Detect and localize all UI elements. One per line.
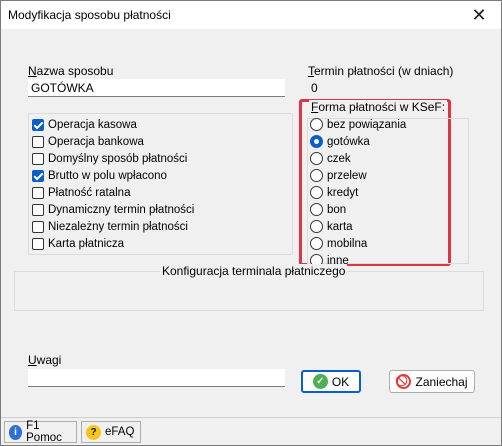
efaq-button[interactable]: ? eFAQ <box>81 421 141 443</box>
ksef-payment-form-group: Forma płatności w KSeF: bez powiązania g… <box>299 99 469 267</box>
checkbox-box[interactable] <box>32 220 44 233</box>
checkbox-label: Brutto w polu wpłacono <box>48 169 167 182</box>
checkbox-box[interactable] <box>32 237 44 250</box>
help-icon: ? <box>86 424 101 440</box>
close-button[interactable]: ✕ <box>465 3 493 27</box>
checkbox-label: Operacja kasowa <box>48 118 137 131</box>
radio-circle[interactable] <box>310 152 323 165</box>
radio-label: bez powiązania <box>327 118 407 131</box>
term-label: Termin płatności (w dniach) <box>308 64 454 78</box>
window-title: Modyfikacja sposobu płatności <box>8 8 171 22</box>
checkbox-operacja-kasowa[interactable]: Operacja kasowa <box>32 116 137 133</box>
checkbox-box[interactable] <box>32 169 44 182</box>
checkbox-niezalezny-termin[interactable]: Niezależny termin płatności <box>32 218 188 235</box>
radio-label: mobilna <box>327 237 368 250</box>
checkbox-platnosc-ratalna[interactable]: Płatność ratalna <box>32 184 130 201</box>
ok-button[interactable]: ✓ OK <box>301 370 361 393</box>
checkbox-label: Karta płatnicza <box>48 237 125 250</box>
cancel-button[interactable]: ⃠ Zaniechaj <box>389 370 475 393</box>
checkbox-box[interactable] <box>32 118 44 131</box>
checkbox-dynamiczny-termin[interactable]: Dynamiczny termin płatności <box>32 201 194 218</box>
radio-label: kredyt <box>327 186 359 199</box>
checkbox-box[interactable] <box>32 203 44 216</box>
radio-czek[interactable]: czek <box>310 150 351 167</box>
radio-circle[interactable] <box>310 237 323 250</box>
status-bar: i F1 Pomoc ? eFAQ <box>1 417 501 445</box>
checkbox-box[interactable] <box>32 186 44 199</box>
checkbox-domyslny-sposob[interactable]: Domyślny sposób płatności <box>32 150 187 167</box>
radio-kredyt[interactable]: kredyt <box>310 184 358 201</box>
radio-bon[interactable]: bon <box>310 201 346 218</box>
check-icon: ✓ <box>312 374 328 389</box>
radio-label: bon <box>327 203 347 216</box>
checkbox-label: Płatność ratalna <box>48 186 131 199</box>
close-icon: ✕ <box>471 5 487 25</box>
dialog-window: Modyfikacja sposobu płatności ✕ Nazwa sp… <box>0 0 502 446</box>
name-label: Nazwa sposobu <box>28 64 114 78</box>
terminal-config-group: Konfiguracja terminala płatniczego <box>14 264 484 311</box>
checkbox-box[interactable] <box>32 152 44 165</box>
remarks-input[interactable] <box>28 369 285 387</box>
radio-circle[interactable] <box>310 169 323 182</box>
radio-circle[interactable] <box>310 220 323 233</box>
checkbox-label: Niezależny termin płatności <box>48 220 188 233</box>
term-days-input[interactable] <box>308 79 408 97</box>
radio-circle[interactable] <box>310 203 323 216</box>
checkbox-brutto-w-polu[interactable]: Brutto w polu wpłacono <box>32 167 167 184</box>
options-group: Operacja kasowa Operacja bankowa Domyśln… <box>28 113 293 255</box>
checkbox-box[interactable] <box>32 135 44 148</box>
checkbox-label: Dynamiczny termin płatności <box>48 203 195 216</box>
title-bar: Modyfikacja sposobu płatności ✕ <box>1 1 501 29</box>
checkbox-operacja-bankowa[interactable]: Operacja bankowa <box>32 133 144 150</box>
info-icon: i <box>9 424 23 440</box>
ksef-group-title: Forma płatności w KSeF: <box>309 100 448 114</box>
radio-gotowka[interactable]: gotówka <box>310 133 370 150</box>
remarks-label: Uwagi <box>28 353 62 367</box>
help-button-label: F1 Pomoc <box>26 420 62 444</box>
checkbox-label: Domyślny sposób płatności <box>48 152 188 165</box>
radio-label: czek <box>327 152 351 165</box>
radio-bez-powiazania[interactable]: bez powiązania <box>310 116 406 133</box>
radio-przelew[interactable]: przelew <box>310 167 367 184</box>
checkbox-label: Operacja bankowa <box>48 135 144 148</box>
radio-label: przelew <box>327 169 367 182</box>
name-input[interactable] <box>28 79 285 97</box>
checkbox-karta-platnicza[interactable]: Karta płatnicza <box>32 235 124 252</box>
radio-circle[interactable] <box>310 186 323 199</box>
cancel-icon: ⃠ <box>396 374 412 389</box>
radio-karta[interactable]: karta <box>310 218 353 235</box>
radio-label: gotówka <box>327 135 370 148</box>
radio-label: karta <box>327 220 353 233</box>
efaq-button-label: eFAQ <box>105 426 135 438</box>
terminal-group-title: Konfiguracja terminala płatniczego <box>160 264 348 278</box>
ok-button-label: OK <box>331 374 350 389</box>
dialog-client: Nazwa sposobu Termin płatności (w dniach… <box>2 29 500 417</box>
cancel-button-label: Zaniechaj <box>415 374 468 389</box>
radio-circle[interactable] <box>310 135 323 148</box>
radio-circle[interactable] <box>310 118 323 131</box>
help-button[interactable]: i F1 Pomoc <box>4 420 77 444</box>
radio-mobilna[interactable]: mobilna <box>310 235 367 252</box>
